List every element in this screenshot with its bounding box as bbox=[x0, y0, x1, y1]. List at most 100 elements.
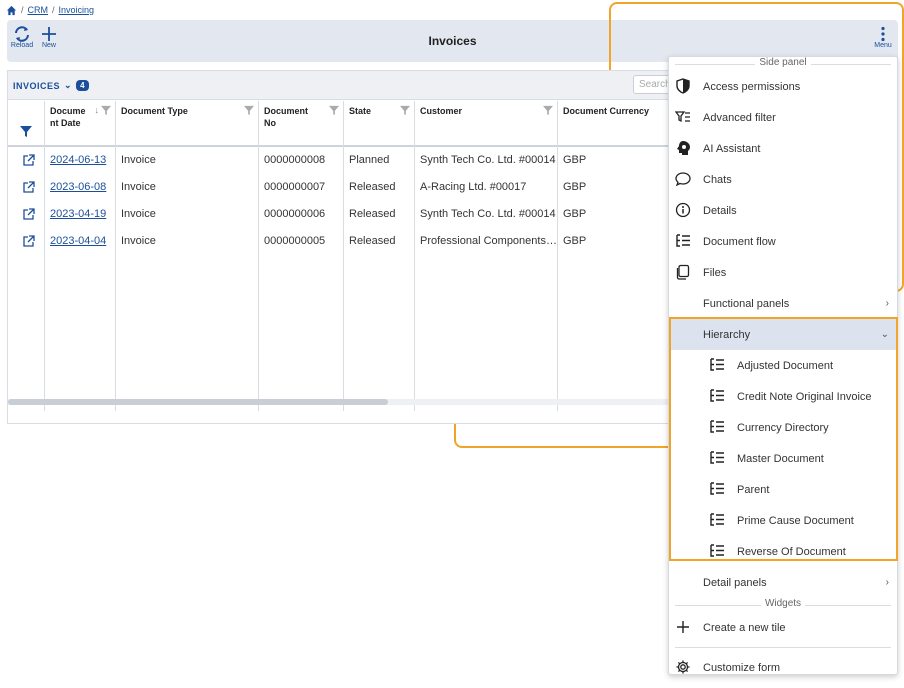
invoices-grid: INVOICES ⌄ 4 Search Docume nt Date ↓ 202… bbox=[7, 70, 673, 424]
menu-item-advanced-filter[interactable]: Advanced filter bbox=[669, 102, 897, 133]
gear-icon bbox=[676, 660, 690, 674]
column-label: Docume nt Date bbox=[50, 106, 86, 128]
menu-item-files[interactable]: Files bbox=[669, 257, 897, 288]
table-cell[interactable]: GBP bbox=[558, 201, 668, 228]
table-cell[interactable]: 2023-04-04 bbox=[45, 228, 115, 255]
info-icon bbox=[675, 202, 691, 218]
table-cell[interactable]: GBP bbox=[558, 228, 668, 255]
menu-item-label: Detail panels bbox=[703, 576, 767, 589]
column-document-currency: Document Currency GBP GBP GBP GBP bbox=[558, 101, 668, 411]
document-date-link[interactable]: 2023-04-04 bbox=[50, 235, 106, 247]
shield-icon bbox=[676, 78, 690, 94]
table-cell[interactable]: GBP bbox=[558, 174, 668, 201]
column-state: State Planned Released Released Released bbox=[344, 101, 415, 411]
table-cell[interactable]: 0000000006 bbox=[259, 201, 343, 228]
table-cell[interactable]: 2023-06-08 bbox=[45, 174, 115, 201]
table-cell[interactable]: Invoice bbox=[116, 228, 258, 255]
column-filter-icon[interactable] bbox=[329, 105, 339, 115]
column-document-date: Docume nt Date ↓ 2024-06-13 2023-06-08 2… bbox=[45, 101, 116, 411]
menu-item-access-permissions[interactable]: Access permissions bbox=[669, 71, 897, 102]
menu-item-details[interactable]: Details bbox=[669, 195, 897, 226]
home-icon[interactable] bbox=[6, 5, 17, 16]
menu-item-label: Functional panels bbox=[703, 297, 790, 310]
open-record-button[interactable] bbox=[8, 147, 44, 174]
grid-body: Docume nt Date ↓ 2024-06-13 2023-06-08 2… bbox=[8, 101, 668, 413]
ai-assistant-icon bbox=[677, 141, 690, 155]
filter-list-icon bbox=[675, 111, 690, 123]
column-filter-icon[interactable] bbox=[101, 105, 111, 115]
table-cell[interactable]: Professional Components Ltd. bbox=[415, 228, 557, 255]
table-cell[interactable]: GBP bbox=[558, 147, 668, 174]
menu-item-label: Advanced filter bbox=[703, 111, 776, 124]
table-cell[interactable]: 2024-06-13 bbox=[45, 147, 115, 174]
table-cell[interactable]: A-Racing Ltd. #00017 bbox=[415, 174, 557, 201]
menu-item-ai-assistant[interactable]: AI Assistant bbox=[669, 133, 897, 164]
menu-divider bbox=[675, 647, 891, 648]
column-header-document-type[interactable]: Document Type bbox=[116, 101, 258, 147]
column-label: Document Type bbox=[121, 106, 188, 116]
menu-item-functional-panels[interactable]: Functional panels › bbox=[669, 288, 897, 319]
section-side-panel: Side panel bbox=[669, 57, 897, 71]
table-cell[interactable]: Synth Tech Co. Ltd. #00014 bbox=[415, 147, 557, 174]
table-cell[interactable]: Released bbox=[344, 201, 414, 228]
menu-item-create-tile[interactable]: Create a new tile bbox=[669, 612, 897, 643]
open-external-icon bbox=[22, 208, 35, 220]
column-filter-icon[interactable] bbox=[400, 105, 410, 115]
menu-item-label: Access permissions bbox=[703, 80, 801, 93]
column-label: Document Currency bbox=[563, 106, 650, 116]
section-label: Widgets bbox=[760, 598, 806, 609]
column-header-document-date[interactable]: Docume nt Date ↓ bbox=[45, 101, 115, 147]
open-external-icon bbox=[22, 235, 35, 247]
grid-search-input[interactable]: Search bbox=[633, 75, 673, 94]
horizontal-scrollbar[interactable] bbox=[8, 399, 668, 405]
table-cell[interactable]: Released bbox=[344, 174, 414, 201]
grid-title-dropdown[interactable]: INVOICES ⌄ 4 bbox=[13, 80, 90, 91]
column-header-document-no[interactable]: Document No bbox=[259, 101, 343, 147]
column-header-customer[interactable]: Customer bbox=[415, 101, 557, 147]
section-widgets: Widgets bbox=[669, 598, 897, 612]
table-cell[interactable]: 0000000007 bbox=[259, 174, 343, 201]
column-filter-icon[interactable] bbox=[543, 105, 553, 115]
document-date-link[interactable]: 2023-04-19 bbox=[50, 208, 106, 220]
breadcrumb-invoicing[interactable]: Invoicing bbox=[59, 5, 95, 15]
open-record-button[interactable] bbox=[8, 228, 44, 255]
menu-item-detail-panels[interactable]: Detail panels › bbox=[669, 567, 897, 598]
table-cell[interactable]: Synth Tech Co. Ltd. #00014 bbox=[415, 201, 557, 228]
table-cell[interactable]: 2023-04-19 bbox=[45, 201, 115, 228]
side-menu-dropdown: Side panel Access permissions Advanced f… bbox=[668, 56, 898, 675]
document-date-link[interactable]: 2023-06-08 bbox=[50, 181, 106, 193]
open-record-button[interactable] bbox=[8, 201, 44, 228]
menu-item-label: AI Assistant bbox=[703, 142, 761, 155]
highlight-outline-hierarchy bbox=[669, 317, 898, 561]
scrollbar-thumb[interactable] bbox=[8, 399, 388, 405]
menu-item-label: Document flow bbox=[703, 235, 776, 248]
menu-item-label: Files bbox=[703, 266, 727, 279]
column-customer: Customer Synth Tech Co. Ltd. #00014 A-Ra… bbox=[415, 101, 558, 411]
column-filter-toggle[interactable] bbox=[8, 101, 44, 147]
breadcrumb-separator: / bbox=[52, 5, 55, 15]
menu-item-document-flow[interactable]: Document flow bbox=[669, 226, 897, 257]
section-label: Side panel bbox=[755, 57, 811, 68]
menu-item-label: Customize form bbox=[703, 661, 781, 674]
table-cell[interactable]: 0000000008 bbox=[259, 147, 343, 174]
table-cell[interactable]: Invoice bbox=[116, 147, 258, 174]
menu-item-customize-form[interactable]: Customize form bbox=[669, 652, 897, 683]
table-cell[interactable]: 0000000005 bbox=[259, 228, 343, 255]
table-cell[interactable]: Invoice bbox=[116, 174, 258, 201]
breadcrumb-crm[interactable]: CRM bbox=[28, 5, 49, 15]
table-cell[interactable]: Planned bbox=[344, 147, 414, 174]
menu-item-chats[interactable]: Chats bbox=[669, 164, 897, 195]
column-label: Customer bbox=[420, 106, 463, 116]
column-header-document-currency[interactable]: Document Currency bbox=[558, 101, 668, 147]
table-cell[interactable]: Released bbox=[344, 228, 414, 255]
filter-icon bbox=[20, 126, 32, 137]
open-external-icon bbox=[22, 154, 35, 166]
document-date-link[interactable]: 2024-06-13 bbox=[50, 154, 106, 166]
column-header-state[interactable]: State bbox=[344, 101, 414, 147]
open-record-button[interactable] bbox=[8, 174, 44, 201]
sort-desc-icon[interactable]: ↓ bbox=[95, 104, 100, 116]
column-label: State bbox=[349, 106, 372, 116]
breadcrumb: / CRM / Invoicing bbox=[6, 3, 94, 17]
table-cell[interactable]: Invoice bbox=[116, 201, 258, 228]
column-filter-icon[interactable] bbox=[244, 105, 254, 115]
